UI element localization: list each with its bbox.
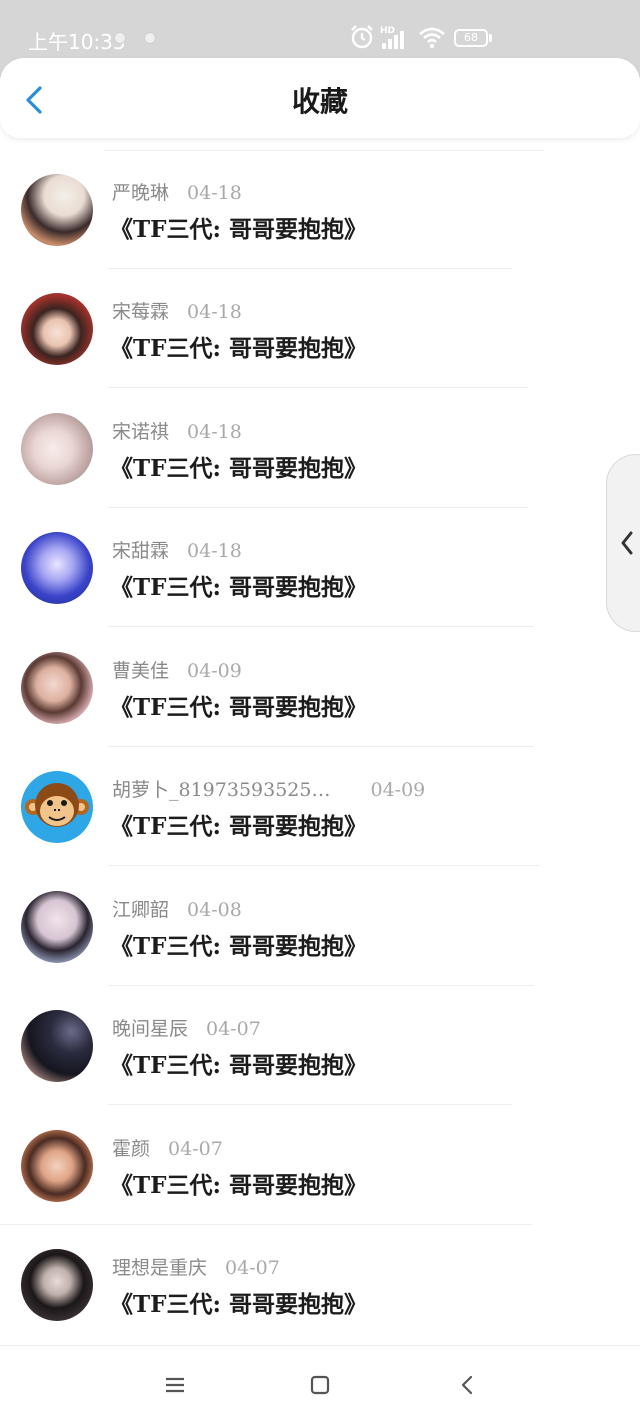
post-date: 04-07 <box>225 1257 280 1279</box>
list-item[interactable]: 严晚琳 04-18 《TF三代: 哥哥要抱抱》 <box>0 150 640 269</box>
chevron-left-icon <box>621 531 633 555</box>
battery-cap <box>489 34 492 42</box>
monkey-avatar-icon <box>25 783 89 827</box>
author-name[interactable]: 严晚琳 <box>112 182 169 204</box>
author-name[interactable]: 理想是重庆 <box>112 1257 207 1279</box>
author-name[interactable]: 胡萝卜_81973593525… <box>112 779 330 801</box>
alarm-icon <box>351 25 373 49</box>
story-title[interactable]: 《TF三代: 哥哥要抱抱》 <box>110 329 367 363</box>
list-item[interactable]: 霍颜 04-07 《TF三代: 哥哥要抱抱》 <box>0 1106 640 1225</box>
story-title[interactable]: 《TF三代: 哥哥要抱抱》 <box>110 1046 367 1080</box>
battery-level: 68 <box>464 31 478 44</box>
avatar[interactable] <box>21 1010 93 1082</box>
page-title: 收藏 <box>291 85 348 118</box>
list-item[interactable]: 宋甜霖 04-18 《TF三代: 哥哥要抱抱》 <box>0 508 640 627</box>
avatar[interactable] <box>21 1130 93 1202</box>
avatar[interactable] <box>21 891 93 963</box>
story-title[interactable]: 《TF三代: 哥哥要抱抱》 <box>110 568 367 602</box>
story-title[interactable]: 《TF三代: 哥哥要抱抱》 <box>110 1285 367 1319</box>
author-name[interactable]: 宋甜霖 <box>112 540 169 562</box>
wifi-icon <box>419 27 445 49</box>
story-title[interactable]: 《TF三代: 哥哥要抱抱》 <box>110 210 367 244</box>
post-date: 04-18 <box>187 421 242 443</box>
avatar[interactable] <box>21 1249 93 1321</box>
avatar[interactable] <box>21 652 93 724</box>
avatar[interactable] <box>21 532 93 604</box>
notification-dot-icon <box>144 32 156 44</box>
author-name[interactable]: 宋莓霖 <box>112 301 169 323</box>
list-item[interactable]: 江卿韶 04-08 《TF三代: 哥哥要抱抱》 <box>0 867 640 986</box>
list-item[interactable]: 曹美佳 04-09 《TF三代: 哥哥要抱抱》 <box>0 628 640 747</box>
post-date: 04-18 <box>187 182 242 204</box>
post-date: 04-18 <box>187 540 242 562</box>
header-bar: 收藏 <box>0 58 640 138</box>
menu-icon[interactable] <box>164 1374 186 1396</box>
list-item[interactable]: 晚间星辰 04-07 《TF三代: 哥哥要抱抱》 <box>0 986 640 1105</box>
post-date: 04-08 <box>187 899 242 921</box>
post-date: 04-09 <box>370 779 426 801</box>
story-title[interactable]: 《TF三代: 哥哥要抱抱》 <box>110 449 367 483</box>
list-item[interactable]: 胡萝卜_81973593525… 04-09 《TF三代: 哥哥要抱抱》 <box>0 747 640 866</box>
hd-signal-icon: HD <box>380 26 404 49</box>
avatar[interactable] <box>21 771 93 843</box>
author-name[interactable]: 曹美佳 <box>112 660 169 682</box>
author-name[interactable]: 宋诺祺 <box>112 421 169 443</box>
battery-icon: 68 <box>454 29 488 47</box>
row-divider <box>108 1104 512 1105</box>
story-title[interactable]: 《TF三代: 哥哥要抱抱》 <box>110 927 367 961</box>
row-divider <box>108 865 540 866</box>
home-square-icon[interactable] <box>309 1374 331 1396</box>
list-item[interactable]: 宋诺祺 04-18 《TF三代: 哥哥要抱抱》 <box>0 389 640 508</box>
avatar[interactable] <box>21 293 93 365</box>
status-time: 上午10:35 <box>28 30 126 54</box>
list-item[interactable]: 宋莓霖 04-18 《TF三代: 哥哥要抱抱》 <box>0 269 640 388</box>
post-date: 04-09 <box>187 660 242 682</box>
story-title[interactable]: 《TF三代: 哥哥要抱抱》 <box>110 807 367 841</box>
author-name[interactable]: 晚间星辰 <box>112 1018 188 1040</box>
post-date: 04-07 <box>168 1138 223 1160</box>
avatar[interactable] <box>21 174 93 246</box>
notification-dot-icon <box>114 32 126 44</box>
row-divider <box>108 387 528 388</box>
avatar[interactable] <box>21 413 93 485</box>
back-chevron-icon[interactable] <box>456 1374 478 1396</box>
list-item[interactable]: 理想是重庆 04-07 《TF三代: 哥哥要抱抱》 <box>0 1225 640 1344</box>
post-date: 04-18 <box>187 301 242 323</box>
post-date: 04-07 <box>206 1018 261 1040</box>
author-name[interactable]: 江卿韶 <box>112 899 169 921</box>
system-nav-bar <box>0 1345 640 1423</box>
story-title[interactable]: 《TF三代: 哥哥要抱抱》 <box>110 688 367 722</box>
svg-text:HD: HD <box>380 26 395 36</box>
row-divider <box>108 626 534 627</box>
side-drawer-tab[interactable] <box>606 454 640 632</box>
author-name[interactable]: 霍颜 <box>112 1138 150 1160</box>
story-title[interactable]: 《TF三代: 哥哥要抱抱》 <box>110 1166 367 1200</box>
